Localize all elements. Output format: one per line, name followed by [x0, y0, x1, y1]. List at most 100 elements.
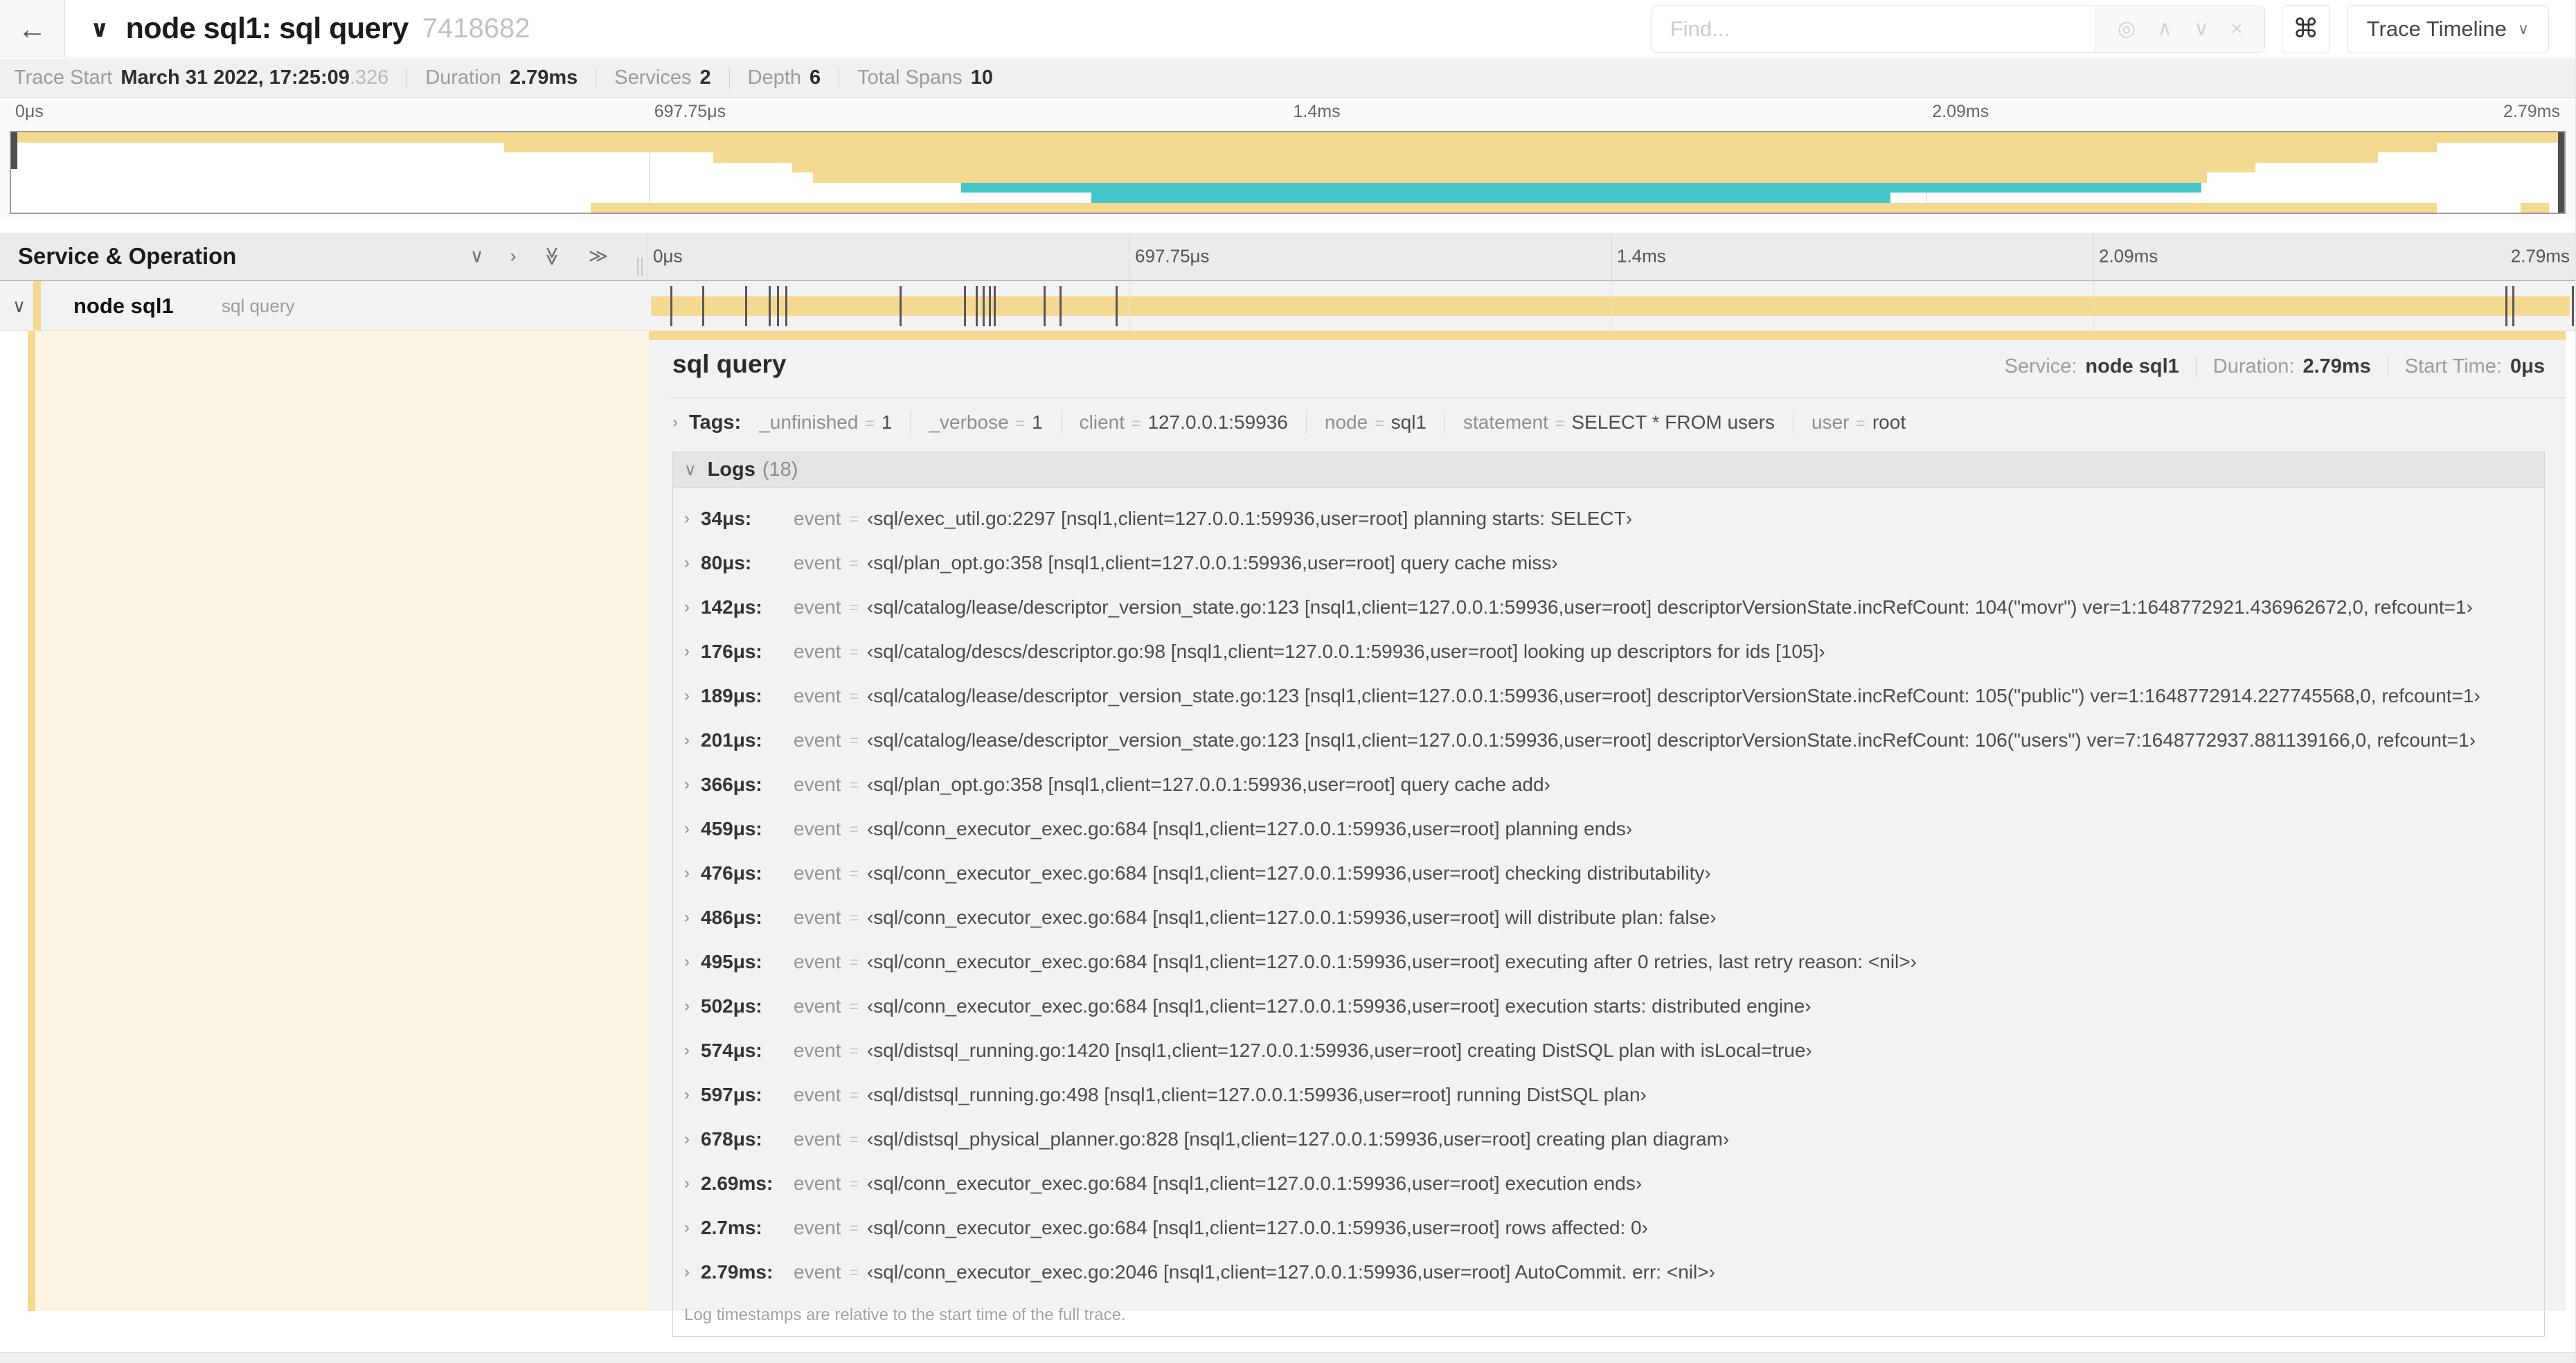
- log-entry[interactable]: › 2.7ms: event = ‹sql/conn_executor_exec.go:…: [684, 1206, 2544, 1250]
- log-marker-tick[interactable]: [1115, 285, 1118, 326]
- equals-sign: =: [849, 952, 859, 971]
- log-marker-tick[interactable]: [982, 285, 985, 326]
- span-row-node-sql1[interactable]: ∨ node sql1 sql query: [0, 281, 2575, 331]
- log-marker-tick[interactable]: [2571, 285, 2574, 326]
- log-marker-tick[interactable]: [1059, 285, 1062, 326]
- log-marker-tick[interactable]: [975, 285, 978, 326]
- expand-all-icon[interactable]: ≫: [589, 247, 608, 266]
- log-entry[interactable]: › 2.69ms: event = ‹sql/conn_executor_exec.go…: [684, 1161, 2544, 1206]
- summary-label: Total Spans: [857, 66, 963, 89]
- log-entry[interactable]: › 176μs: event = ‹sql/catalog/descs/descript…: [684, 630, 2544, 674]
- expand-one-icon[interactable]: ›: [510, 247, 516, 266]
- log-entry[interactable]: › 486μs: event = ‹sql/conn_executor_exec.go:…: [684, 896, 2544, 940]
- log-marker-tick[interactable]: [785, 285, 788, 326]
- log-marker-tick[interactable]: [744, 285, 747, 326]
- log-entry[interactable]: › 597μs: event = ‹sql/distsql_running.go:498…: [684, 1073, 2544, 1117]
- collapse-one-icon[interactable]: ∨: [470, 247, 484, 266]
- prev-result-icon[interactable]: ∧: [2157, 18, 2172, 39]
- bottom-strip: [0, 1352, 2575, 1363]
- service-color-strip: [28, 331, 35, 1311]
- log-field-key: event: [794, 641, 841, 662]
- log-marker-tick[interactable]: [670, 285, 672, 326]
- separator: [2195, 356, 2197, 377]
- equals-sign: =: [849, 1263, 859, 1281]
- keyboard-shortcuts-button[interactable]: ⌘: [2281, 4, 2330, 53]
- log-entry[interactable]: › 476μs: event = ‹sql/conn_executor_exec.go:…: [684, 851, 2544, 896]
- trace-id: 7418682: [422, 13, 530, 44]
- log-entry[interactable]: › 459μs: event = ‹sql/conn_executor_exec.go:…: [684, 807, 2544, 851]
- log-marker-tick[interactable]: [900, 285, 902, 326]
- log-field-key: event: [794, 729, 841, 751]
- logs-header[interactable]: ∨ Logs (18): [673, 452, 2544, 488]
- equals-sign: =: [849, 598, 859, 616]
- row-collapse-chevron-icon[interactable]: ∨: [12, 295, 26, 317]
- log-marker-tick[interactable]: [777, 285, 780, 326]
- log-marker-tick[interactable]: [2512, 285, 2515, 326]
- summary-label: Services: [614, 66, 692, 89]
- chevron-right-icon: ›: [684, 1041, 690, 1060]
- logs-label: Logs: [707, 458, 755, 481]
- chevron-right-icon: ›: [684, 1174, 690, 1193]
- equals-sign: =: [1015, 414, 1026, 432]
- column-resize-grip[interactable]: [637, 258, 643, 276]
- log-field-value: ‹sql/conn_executor_exec.go:684 [nsql1,cl…: [866, 951, 1917, 972]
- tag-value: 1: [881, 411, 893, 433]
- log-entry[interactable]: › 34μs: event = ‹sql/exec_util.go:2297 [nsql…: [684, 497, 2544, 541]
- log-entry[interactable]: › 201μs: event = ‹sql/catalog/lease/descript…: [684, 718, 2544, 763]
- timeline-gridline: [1611, 233, 1612, 280]
- log-marker-tick[interactable]: [988, 285, 991, 326]
- log-entry[interactable]: › 502μs: event = ‹sql/conn_executor_exec.go:…: [684, 984, 2544, 1028]
- collapse-all-icon[interactable]: ≫: [542, 247, 563, 266]
- tag-item[interactable]: node = sql1: [1325, 411, 1426, 434]
- log-field-key: event: [794, 774, 841, 795]
- log-field-value: ‹sql/conn_executor_exec.go:684 [nsql1,cl…: [866, 862, 1711, 884]
- detail-header: sql query Service: node sql1 Duration: 2.79…: [672, 350, 2545, 389]
- find-group: ◎ ∧ ∨ ×: [1651, 5, 2265, 53]
- log-marker-tick[interactable]: [1043, 285, 1046, 326]
- equals-sign: =: [849, 775, 859, 794]
- log-marker-tick[interactable]: [701, 285, 704, 326]
- log-entry[interactable]: › 495μs: event = ‹sql/conn_executor_exec.go:…: [684, 940, 2544, 984]
- log-entry[interactable]: › 366μs: event = ‹sql/plan_opt.go:358 [nsql1…: [684, 763, 2544, 807]
- minimap-span-bar: [792, 162, 2255, 172]
- log-entry[interactable]: › 189μs: event = ‹sql/catalog/lease/descript…: [684, 674, 2544, 718]
- log-entry[interactable]: › 142μs: event = ‹sql/catalog/lease/descript…: [684, 585, 2544, 630]
- tag-item[interactable]: statement = SELECT * FROM users: [1463, 411, 1775, 434]
- log-timestamp: 142μs:: [701, 596, 762, 618]
- locate-icon[interactable]: ◎: [2118, 18, 2136, 39]
- view-selector-button[interactable]: Trace Timeline ∨: [2346, 4, 2549, 53]
- find-input[interactable]: [1652, 6, 2095, 52]
- summary-label: Duration:: [2212, 355, 2295, 377]
- log-timestamp: 201μs:: [701, 729, 762, 751]
- minimap-span-bar: [590, 202, 2437, 213]
- tags-row[interactable]: › Tags: _unfinished = 1 _verbose = 1 client = 12…: [672, 404, 2545, 440]
- back-button[interactable]: ←: [0, 0, 65, 58]
- log-marker-tick[interactable]: [993, 285, 996, 326]
- chevron-right-icon: ›: [684, 908, 690, 927]
- log-entry[interactable]: › 80μs: event = ‹sql/plan_opt.go:358 [nsql1,…: [684, 541, 2544, 585]
- tag-item[interactable]: user = root: [1812, 411, 1906, 434]
- minimap-canvas[interactable]: [10, 131, 2566, 214]
- log-entry[interactable]: › 574μs: event = ‹sql/distsql_running.go:142…: [684, 1028, 2544, 1073]
- log-marker-tick[interactable]: [2505, 285, 2508, 326]
- log-entry[interactable]: › 678μs: event = ‹sql/distsql_physical_plann…: [684, 1117, 2544, 1161]
- tag-item[interactable]: _unfinished = 1: [759, 411, 892, 434]
- minimap-right-scrub-handle[interactable]: [2558, 132, 2564, 213]
- log-timestamp: 574μs:: [701, 1040, 762, 1061]
- tag-item[interactable]: _verbose = 1: [929, 411, 1042, 434]
- clear-search-icon[interactable]: ×: [2230, 18, 2243, 39]
- span-duration-bar[interactable]: [651, 296, 2570, 316]
- tag-item[interactable]: client = 127.0.0.1:59936: [1080, 411, 1288, 434]
- chevron-right-icon: ›: [684, 598, 690, 616]
- minimap-left-scrub-handle[interactable]: [11, 132, 17, 170]
- log-entry[interactable]: › 2.79ms: event = ‹sql/conn_executor_exec.go…: [684, 1250, 2544, 1294]
- summary-label: Depth: [747, 66, 802, 89]
- log-timestamp: 189μs:: [701, 685, 762, 706]
- log-marker-tick[interactable]: [963, 285, 966, 326]
- log-marker-tick[interactable]: [768, 285, 771, 326]
- next-result-icon[interactable]: ∨: [2194, 18, 2209, 39]
- divider: [670, 397, 2566, 398]
- trace-collapse-chevron-icon[interactable]: ∨: [90, 15, 109, 43]
- span-bar-area[interactable]: [647, 281, 2575, 330]
- top-bar: ← ∨ node sql1: sql query 7418682 ◎ ∧ ∨ ×…: [0, 0, 2575, 58]
